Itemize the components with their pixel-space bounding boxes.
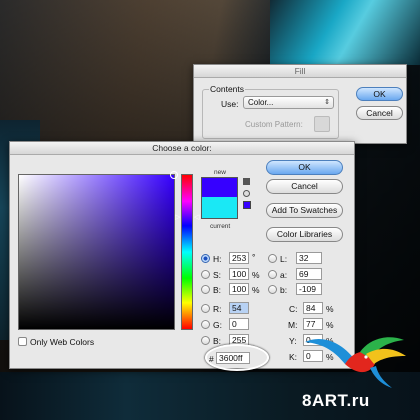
current-color-label: current — [210, 223, 231, 230]
fill-ok-button[interactable]: OK — [356, 87, 403, 101]
saturation-radio[interactable] — [201, 270, 210, 279]
brightness-input[interactable]: 100 — [229, 283, 249, 295]
hex-input[interactable]: 3600ff — [216, 352, 250, 364]
color-libraries-button[interactable]: Color Libraries — [266, 227, 343, 242]
select-arrows-icon: ⇕ — [324, 99, 330, 106]
saturation-input[interactable]: 100 — [229, 268, 249, 280]
hue-label: H: — [213, 254, 222, 264]
new-color-label: new — [214, 169, 226, 176]
hue-slider-right-arrow-icon[interactable]: ◁ — [194, 213, 199, 221]
add-to-swatches-button[interactable]: Add To Swatches — [266, 203, 343, 218]
background-glare — [270, 0, 420, 65]
saturation-unit: % — [252, 270, 260, 280]
a-channel-radio[interactable] — [268, 270, 277, 279]
hue-input[interactable]: 253 — [229, 252, 249, 264]
color-field[interactable] — [18, 171, 178, 330]
color-field-marker[interactable] — [170, 171, 178, 179]
yellow-label: Y: — [289, 336, 297, 346]
green-radio[interactable] — [201, 320, 210, 329]
lightness-radio[interactable] — [268, 254, 277, 263]
current-color-swatch[interactable] — [201, 197, 238, 219]
picker-cancel-button[interactable]: Cancel — [266, 179, 343, 194]
blue-radio[interactable] — [201, 336, 210, 345]
parrot-logo-icon — [305, 337, 406, 388]
blue-label: B: — [213, 336, 222, 346]
red-label: R: — [213, 304, 222, 314]
cyan-label: C: — [289, 304, 298, 314]
a-channel-label: a: — [280, 270, 288, 280]
green-label: G: — [213, 320, 222, 330]
only-web-colors-checkbox[interactable] — [18, 337, 27, 346]
use-label: Use: — [221, 99, 239, 109]
picker-ok-button[interactable]: OK — [266, 160, 343, 175]
magenta-label: M: — [288, 320, 298, 330]
hue-unit: ° — [252, 252, 256, 262]
saturation-label: S: — [213, 270, 222, 280]
watermark-text: 8ART.ru — [302, 391, 370, 410]
brightness-label: B: — [213, 285, 222, 295]
custom-pattern-swatch — [314, 116, 330, 132]
fill-cancel-button[interactable]: Cancel — [356, 106, 403, 120]
green-input[interactable]: 0 — [229, 318, 249, 330]
brightness-unit: % — [252, 285, 260, 295]
magenta-unit: % — [326, 320, 334, 330]
use-select-value: Color... — [248, 98, 274, 107]
magenta-input[interactable]: 77 — [303, 318, 323, 330]
hue-slider[interactable] — [181, 174, 193, 330]
a-channel-input[interactable]: 69 — [296, 268, 322, 280]
fill-dialog-title: Fill — [194, 65, 406, 78]
b-channel-label: b: — [280, 285, 288, 295]
lightness-label: L: — [280, 254, 288, 264]
lightness-input[interactable]: 32 — [296, 252, 322, 264]
web-safe-swatch[interactable] — [243, 201, 251, 209]
b-channel-radio[interactable] — [268, 285, 277, 294]
contents-group-label: Contents — [209, 84, 246, 94]
color-picker-title: Choose a color: — [10, 142, 354, 155]
gamut-warning-icon[interactable] — [243, 178, 250, 185]
hue-radio[interactable] — [201, 254, 210, 263]
b-channel-input[interactable]: -109 — [296, 283, 322, 295]
hex-prefix: # — [209, 354, 214, 364]
red-radio[interactable] — [201, 304, 210, 313]
hue-slider-left-arrow-icon[interactable]: ▷ — [175, 213, 180, 221]
new-color-swatch — [201, 177, 238, 197]
brightness-radio[interactable] — [201, 285, 210, 294]
use-select[interactable]: Color... ⇕ — [243, 96, 334, 109]
black-label: K: — [289, 352, 298, 362]
cyan-unit: % — [326, 304, 334, 314]
cyan-input[interactable]: 84 — [303, 302, 323, 314]
web-safe-warning-icon[interactable] — [243, 190, 250, 197]
only-web-colors-label: Only Web Colors — [30, 337, 95, 347]
custom-pattern-label: Custom Pattern: — [245, 120, 303, 129]
red-input[interactable]: 54 — [229, 302, 249, 314]
